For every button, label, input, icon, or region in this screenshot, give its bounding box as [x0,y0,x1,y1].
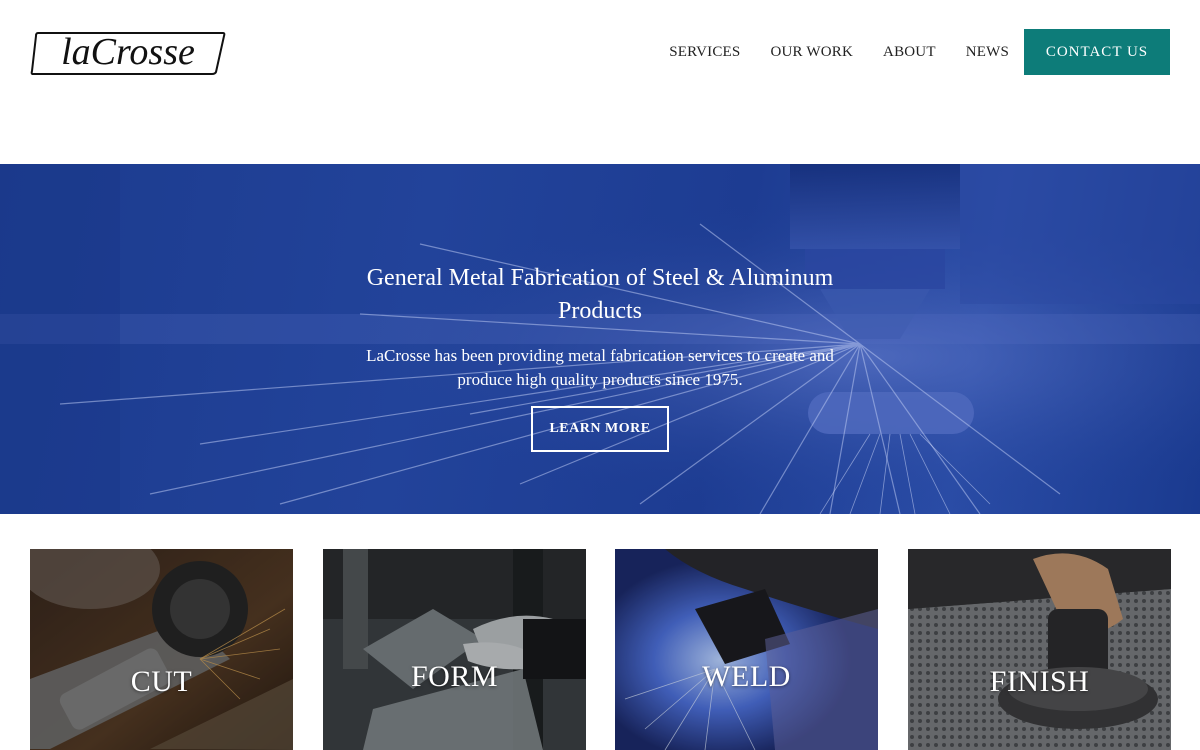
cut-image [30,549,293,750]
hero-title: General Metal Fabrication of Steel & Alu… [366,265,834,324]
service-label-cut: CUT [130,665,193,698]
hero-subtitle: LaCrosse has been providing metal fabric… [366,346,834,389]
site-header: laCrosse SERVICES OUR WORK ABOUT NEWS CO… [0,0,1200,164]
service-tile-form[interactable]: FORM [323,549,586,750]
service-label-finish: FINISH [989,665,1090,698]
nav-news[interactable]: NEWS [966,44,1009,61]
service-label-form: FORM [410,660,499,693]
nav-about[interactable]: ABOUT [883,44,936,61]
service-label-weld: WELD [702,660,791,693]
hero-content: General Metal Fabrication of Steel & Alu… [0,164,1200,514]
logo-mark: laCrosse [30,31,226,75]
nav-our-work[interactable]: OUR WORK [770,44,853,61]
weld-image [615,549,878,750]
service-tile-finish[interactable]: FINISH [908,549,1171,750]
logo-text: laCrosse [61,31,195,73]
nav-services[interactable]: SERVICES [669,44,740,61]
lacrosse-logo[interactable]: laCrosse [30,30,226,76]
learn-more-button[interactable]: LEARN MORE [531,406,669,452]
main-nav: SERVICES OUR WORK ABOUT NEWS CONTACT US [669,29,1170,75]
service-tile-weld[interactable]: WELD [615,549,878,750]
finish-image [908,549,1171,750]
form-image [323,549,586,750]
services-grid: CUT FORM WELD FINISH [30,549,1171,750]
hero-banner: General Metal Fabrication of Steel & Alu… [0,164,1200,514]
contact-us-button[interactable]: CONTACT US [1024,29,1170,75]
service-tile-cut[interactable]: CUT [30,549,293,750]
